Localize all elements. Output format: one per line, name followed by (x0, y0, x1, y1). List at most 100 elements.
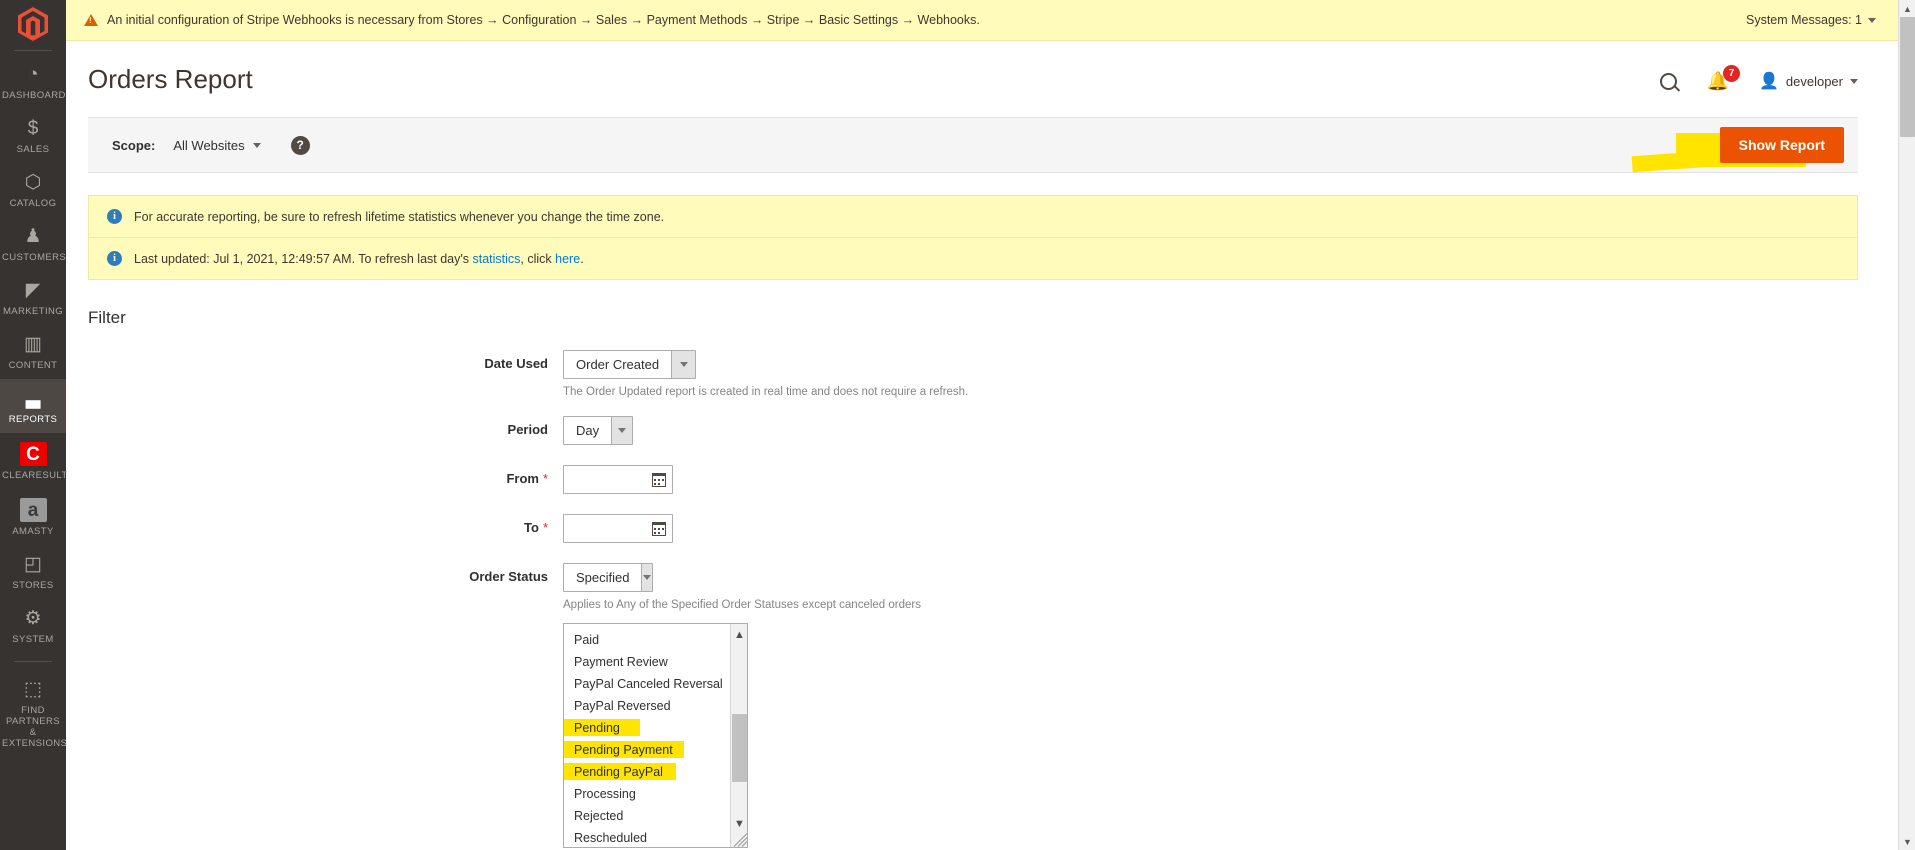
scope-bar: Scope: All Websites ? Show Report (88, 117, 1858, 173)
notifications-button[interactable]: 🔔 7 (1707, 65, 1740, 90)
list-item[interactable]: Payment Review (564, 651, 730, 673)
warning-text: An initial configuration of Stripe Webho… (107, 13, 980, 27)
search-icon[interactable] (1659, 72, 1677, 90)
scope-switcher[interactable]: All Websites (173, 138, 261, 153)
list-item-label: Payment Review (574, 655, 668, 669)
sidebar-item-catalog[interactable]: ⬡ Catalog (0, 163, 66, 217)
gear-icon: ⚙ (24, 608, 42, 629)
page-header: Orders Report 🔔 7 👤 developer (66, 41, 1898, 95)
list-item[interactable]: Paid (564, 629, 730, 651)
sidebar-item-marketing[interactable]: ◤ Marketing (0, 271, 66, 325)
list-item[interactable]: PayPal Canceled Reversal (564, 673, 730, 695)
list-item[interactable]: Rescheduled (564, 827, 730, 847)
period-select[interactable]: Day (563, 416, 633, 445)
calendar-icon[interactable] (652, 521, 666, 536)
plugin-box-icon: ⬚ (24, 679, 42, 700)
last-updated-middle: , click (520, 251, 556, 266)
admin-sidebar: ◔ Dashboard $ Sales ⬡ Catalog ♟ Customers ◤ Marke… (0, 0, 68, 850)
help-icon[interactable]: ? (290, 135, 310, 155)
sidebar-item-system[interactable]: ⚙ System (0, 599, 66, 653)
box-icon: ⬡ (24, 172, 42, 193)
storefront-icon: ◰ (24, 554, 42, 575)
to-control (563, 514, 673, 543)
page-scrollbar[interactable]: ▲ ▼ (1898, 0, 1915, 850)
required-asterisk: * (542, 471, 548, 486)
date-used-control: Order Created The Order Updated report i… (563, 350, 968, 398)
date-used-select[interactable]: Order Created (563, 350, 697, 379)
sidebar-item-customers[interactable]: ♟ Customers (0, 217, 66, 271)
notice-messages: i For accurate reporting, be sure to ref… (88, 195, 1858, 280)
list-item[interactable]: Rejected (564, 805, 730, 827)
required-asterisk: * (542, 520, 548, 535)
notice-text: For accurate reporting, be sure to refre… (134, 209, 665, 224)
main-content: Orders Report 🔔 7 👤 developer Scope: All… (66, 41, 1898, 850)
from-date-field[interactable] (563, 465, 673, 494)
chevron-down-icon (1868, 17, 1876, 23)
list-item[interactable]: PayPal Reversed (564, 695, 730, 717)
magento-logo[interactable] (0, 0, 66, 48)
statistics-link[interactable]: statistics (472, 252, 520, 266)
list-item[interactable]: Processing (564, 783, 730, 805)
calendar-icon[interactable] (652, 472, 666, 487)
sidebar-item-label: Stores (12, 580, 54, 591)
list-item-label: Rejected (574, 809, 624, 823)
period-value: Day (576, 423, 600, 438)
show-report-button[interactable]: Show Report (1719, 127, 1844, 163)
listbox-resize-handle[interactable] (733, 833, 747, 847)
listbox-scrollbar-thumb[interactable] (732, 714, 747, 782)
sidebar-item-label: Catalog (9, 198, 57, 209)
sidebar-item-amasty[interactable]: a Amasty (0, 489, 66, 545)
listbox-scrollbar[interactable]: ▲ ▼ (730, 624, 747, 847)
scroll-down-arrow-icon[interactable]: ▼ (1899, 833, 1915, 850)
bar-chart-icon: ▃ (25, 388, 41, 409)
to-label-text: To (524, 520, 539, 535)
chevron-down-icon (1850, 78, 1858, 84)
order-status-listbox[interactable]: Paid Payment Review PayPal Canceled Revers… (563, 623, 748, 848)
sidebar-item-reports[interactable]: ▃ Reports (0, 379, 66, 433)
period-label: Period (507, 422, 548, 437)
sidebar-item-clearesult[interactable]: C Clearesult (0, 433, 67, 489)
sidebar-item-stores[interactable]: ◰ Stores (0, 545, 66, 599)
sidebar-divider-bottom (14, 661, 52, 662)
page-title: Orders Report (88, 64, 253, 94)
list-item-label: Pending (574, 721, 620, 735)
to-date-field[interactable] (563, 514, 673, 543)
list-item[interactable]: Pending Payment (564, 739, 730, 761)
from-control (563, 465, 673, 494)
from-label: From * (66, 465, 563, 486)
here-link[interactable]: here (555, 252, 580, 266)
from-date-input[interactable] (572, 471, 652, 488)
sidebar-item-label: Customers (2, 252, 67, 263)
list-item[interactable]: Pending PayPal (564, 761, 730, 783)
listbox-scroll-up-icon[interactable]: ▲ (731, 624, 747, 646)
list-item[interactable]: Pending (564, 717, 730, 739)
from-label-text: From (506, 471, 539, 486)
order-status-select[interactable]: Specified (563, 563, 653, 592)
sidebar-item-content[interactable]: ▥ Content (0, 325, 66, 379)
order-status-value: Specified (576, 570, 630, 585)
listbox-scroll-down-icon[interactable]: ▼ (731, 813, 747, 835)
user-name: developer (1785, 73, 1843, 89)
sidebar-item-sales[interactable]: $ Sales (0, 109, 66, 163)
magento-logo-icon (18, 7, 48, 41)
to-label: To * (66, 514, 563, 535)
notice-refresh-statistics: i For accurate reporting, be sure to ref… (89, 196, 1857, 237)
user-menu[interactable]: 👤 developer (1759, 71, 1858, 91)
show-report-wrapper: Show Report (1631, 127, 1844, 173)
person-icon: ♟ (24, 226, 42, 247)
list-item-label: Pending PayPal (574, 765, 663, 779)
sidebar-item-find-partners-extensions[interactable]: ⬚ Find Partners & Extensions (0, 670, 68, 757)
dollar-icon: $ (27, 118, 39, 139)
sidebar-item-label: Find Partners & Extensions (2, 705, 68, 749)
scroll-up-arrow-icon[interactable]: ▲ (1899, 0, 1915, 17)
date-used-label: Date Used (484, 356, 548, 371)
order-status-hint: Applies to Any of the Specified Order St… (563, 599, 921, 611)
field-order-status: Order Status Specified Applies to Any of… (66, 563, 1898, 848)
sidebar-item-dashboard[interactable]: ◔ Dashboard (0, 55, 66, 109)
field-date-used: Date Used Order Created The Order Update… (66, 350, 1898, 398)
filter-section-title: Filter (88, 308, 126, 327)
system-messages-toggle[interactable]: System Messages: 1 (1746, 13, 1876, 27)
scrollbar-thumb[interactable] (1900, 17, 1915, 137)
to-date-input[interactable] (572, 520, 652, 537)
field-period: Period Day (66, 416, 1898, 445)
